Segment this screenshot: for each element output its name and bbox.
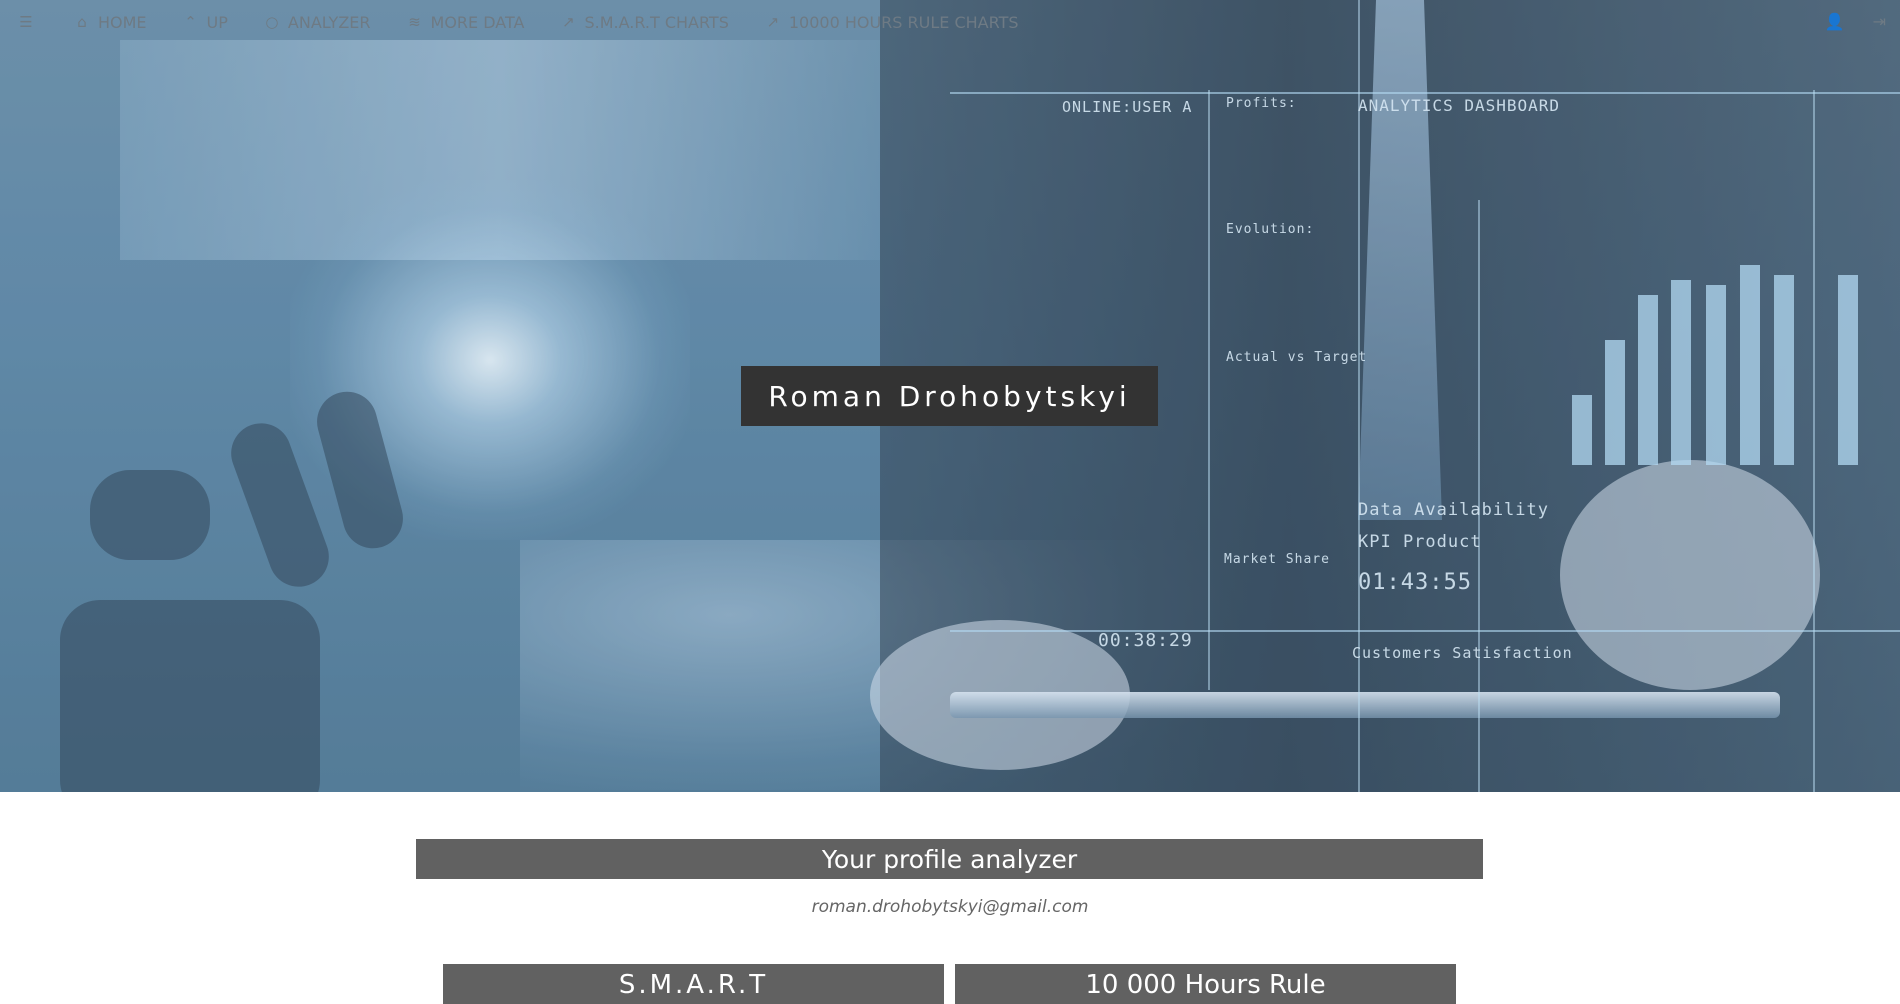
- nav-analyzer-label: ANALYZER: [287, 12, 371, 32]
- hours-rule-card[interactable]: 10 000 Hours Rule: [955, 964, 1456, 1004]
- nav-hours-rule-charts[interactable]: ↗ 10000 HOURS RULE CHARTS: [765, 13, 1019, 32]
- nav-analyzer[interactable]: ○ ANALYZER: [264, 12, 371, 32]
- smart-card-title: S.M.A.R.T: [618, 970, 769, 1000]
- nav-more-data[interactable]: ≋ MORE DATA: [407, 12, 525, 32]
- nav-up[interactable]: ⌃ UP: [183, 13, 228, 32]
- menu-button[interactable]: ☰: [18, 13, 34, 31]
- nav-right: 👤 ⇥: [1825, 12, 1886, 31]
- circle-icon: ○: [265, 13, 279, 31]
- top-nav: ☰ ⌂ HOME ⌃ UP ○ ANALYZER ≋ MORE DATA ↗ S…: [0, 0, 1900, 44]
- chart-icon: ↗: [766, 13, 780, 31]
- nav-up-label: UP: [206, 12, 228, 32]
- user-icon[interactable]: 👤: [1825, 12, 1845, 31]
- nav-smart-charts-label: S.M.A.R.T CHARTS: [584, 12, 729, 32]
- smart-card[interactable]: S.M.A.R.T: [443, 964, 944, 1004]
- nav-hours-rule-charts-label: 10000 HOURS RULE CHARTS: [788, 12, 1019, 32]
- home-icon: ⌂: [77, 13, 87, 31]
- nav-more-data-label: MORE DATA: [430, 12, 525, 32]
- nav-smart-charts[interactable]: ↗ S.M.A.R.T CHARTS: [560, 12, 729, 32]
- sign-in-icon[interactable]: ⇥: [1873, 12, 1886, 31]
- profile-email: roman.drohobytskyi@gmail.com: [811, 897, 1089, 917]
- nav-home[interactable]: ⌂ HOME: [74, 12, 147, 32]
- hamburger-icon: ☰: [19, 13, 33, 31]
- nav-home-label: HOME: [98, 12, 147, 32]
- profile-analyzer-header: Your profile analyzer: [416, 839, 1483, 879]
- hero-title: Roman Drohobytskyi: [741, 366, 1158, 426]
- hours-rule-card-title: 10 000 Hours Rule: [1085, 970, 1326, 1000]
- chevron-up-icon: ⌃: [184, 13, 197, 31]
- database-icon: ≋: [408, 13, 421, 31]
- chart-icon: ↗: [562, 13, 575, 31]
